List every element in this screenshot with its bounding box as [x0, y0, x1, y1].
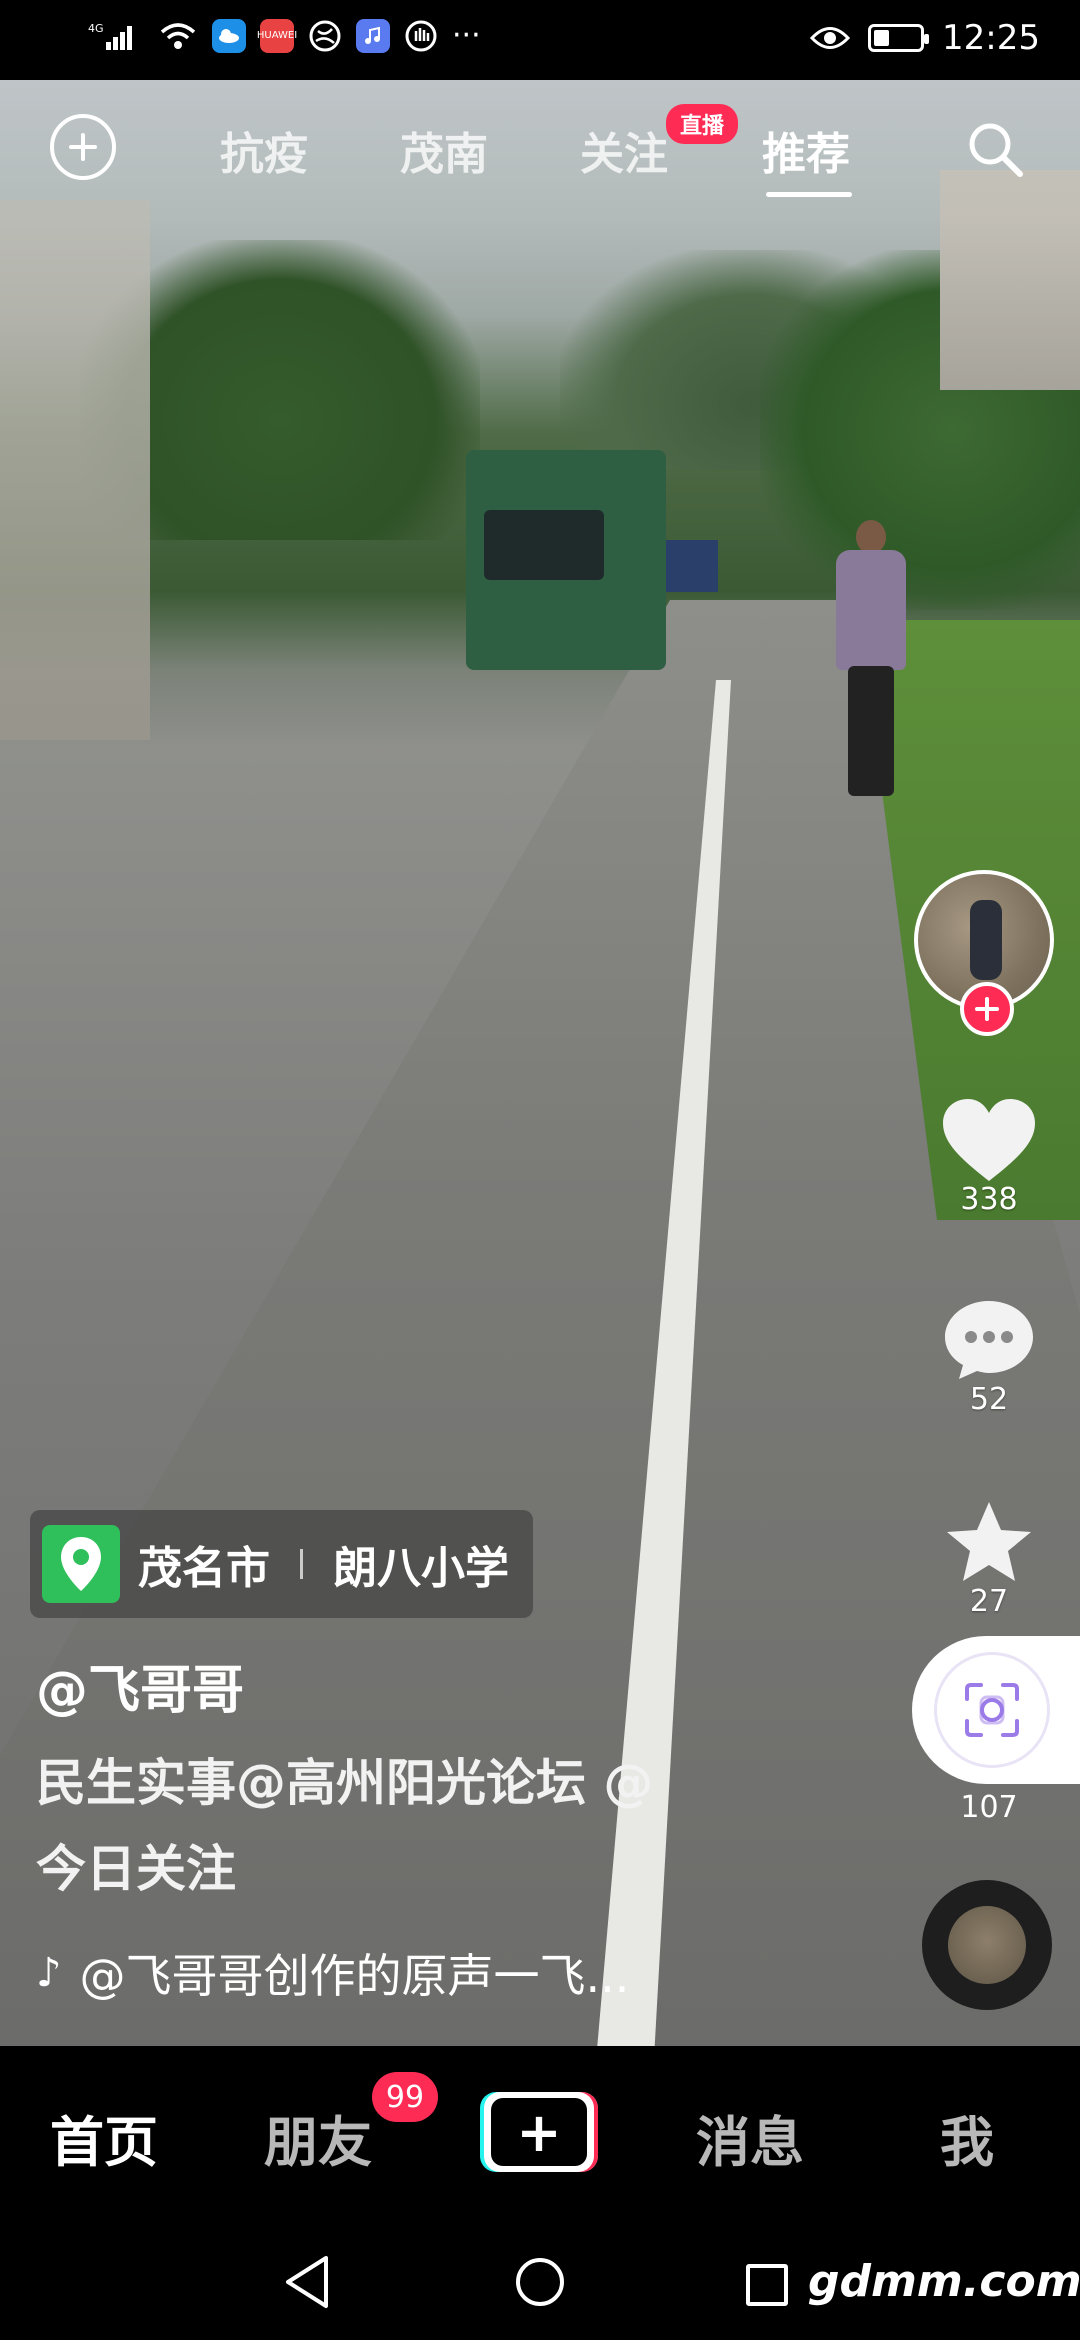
walking-person — [836, 520, 906, 800]
music-disc[interactable] — [922, 1880, 1052, 2010]
system-nav-bar: gdmm.com — [0, 2220, 1080, 2340]
status-icons-right: 12:25 — [810, 18, 1040, 58]
follow-plus-button[interactable] — [960, 982, 1014, 1036]
watermark: gdmm.com — [808, 2256, 1080, 2307]
music-title: @飞哥哥创作的原声一飞... — [79, 1949, 630, 2003]
status-icons-left: 4G HUAWEI ··· — [88, 18, 481, 53]
location-city: 茂名市 — [138, 1543, 270, 1594]
top-nav: 抗疫 茂南 关注 直播 推荐 — [0, 80, 1080, 220]
comment-button[interactable]: 52 — [934, 1290, 1044, 1417]
status-bar: 4G HUAWEI ··· 12:25 — [0, 0, 1080, 80]
caption-line-1: 民生实事@高州阳光论坛 @ — [36, 1754, 654, 1812]
nav-home[interactable]: 首页 — [50, 2098, 158, 2177]
friends-badge: 99 — [372, 2072, 438, 2122]
music-note-icon: ♪ — [36, 1950, 62, 1996]
back-icon[interactable] — [282, 2254, 332, 2314]
nav-me[interactable]: 我 — [940, 2098, 994, 2177]
location-place: 朗八小学 — [333, 1543, 509, 1594]
like-count: 338 — [960, 1182, 1018, 1217]
location-tag[interactable]: 茂名市 朗八小学 — [30, 1510, 533, 1618]
globe-icon — [308, 19, 342, 53]
tab-anti-epidemic[interactable]: 抗疫 — [220, 118, 308, 182]
star-icon — [934, 1492, 1044, 1592]
nav-messages[interactable]: 消息 — [696, 2098, 804, 2177]
home-icon[interactable] — [516, 2258, 564, 2306]
hand-icon — [404, 19, 438, 53]
bottom-nav: 首页 朋友 99 + 消息 我 — [0, 2046, 1080, 2220]
nav-friends[interactable]: 朋友 — [264, 2098, 372, 2177]
tab-maonan[interactable]: 茂南 — [400, 118, 488, 182]
more-notifications: ··· — [452, 18, 481, 53]
scan-lens-icon — [934, 1652, 1050, 1768]
live-badge: 直播 — [666, 104, 739, 144]
favorite-count: 27 — [969, 1584, 1009, 1619]
music-marquee[interactable]: ♪ @飞哥哥创作的原声一飞... — [36, 1940, 629, 2006]
active-tab-indicator — [766, 192, 852, 197]
weather-app-icon — [212, 18, 246, 53]
share-button[interactable] — [912, 1636, 1080, 1784]
wifi-icon — [158, 20, 198, 52]
building-left — [0, 200, 150, 740]
eye-icon — [810, 25, 851, 51]
author-handle[interactable]: @飞哥哥 — [36, 1648, 244, 1723]
blue-truck — [666, 540, 718, 592]
like-button[interactable]: 338 — [934, 1090, 1044, 1217]
share-count: 107 — [960, 1790, 1018, 1825]
favorite-button[interactable]: 27 — [934, 1492, 1044, 1619]
huawei-app-icon: HUAWEI — [257, 18, 297, 53]
recent-apps-icon[interactable] — [746, 2264, 788, 2306]
search-icon[interactable] — [964, 118, 1024, 178]
network-type: 4G — [88, 22, 104, 35]
caption-line-2: 今日关注 — [36, 1840, 236, 1898]
create-plus-icon: + — [491, 2098, 587, 2166]
signal-icon: 4G — [88, 20, 144, 52]
add-plus-icon[interactable] — [50, 114, 116, 180]
post-caption[interactable]: 民生实事@高州阳光论坛 @ 今日关注 — [36, 1740, 796, 1912]
music-app-icon — [356, 18, 390, 53]
heart-icon — [934, 1090, 1044, 1190]
comment-icon — [934, 1290, 1044, 1390]
green-truck — [466, 450, 666, 670]
location-divider — [300, 1549, 303, 1579]
status-time: 12:25 — [942, 18, 1040, 58]
tab-recommended[interactable]: 推荐 — [762, 118, 850, 182]
battery-icon — [868, 24, 930, 52]
comment-count: 52 — [969, 1382, 1009, 1417]
create-button[interactable]: + — [480, 2092, 598, 2172]
location-pin-icon — [42, 1525, 120, 1603]
tab-following[interactable]: 关注 — [580, 118, 668, 182]
